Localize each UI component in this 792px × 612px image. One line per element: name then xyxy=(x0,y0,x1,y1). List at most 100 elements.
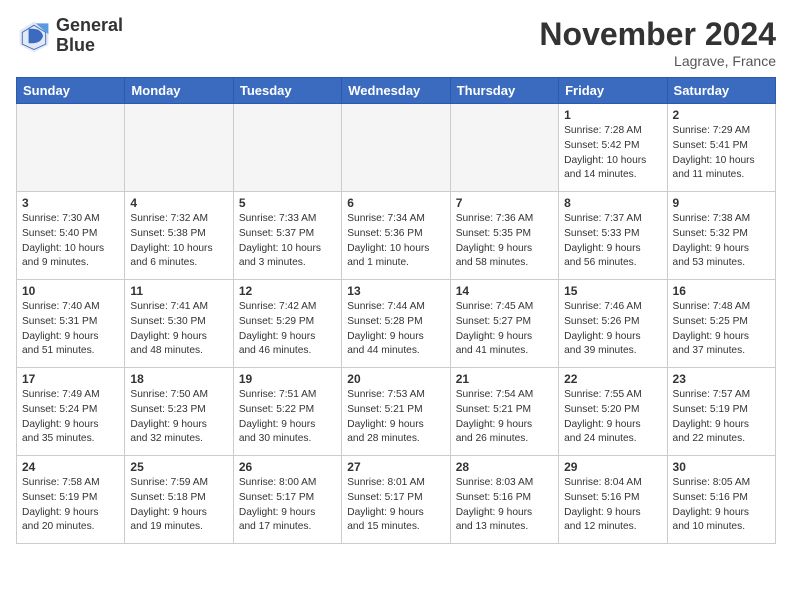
day-info: Sunrise: 8:05 AM Sunset: 5:16 PM Dayligh… xyxy=(673,476,770,535)
day-info: Sunrise: 7:48 AM Sunset: 5:25 PM Dayligh… xyxy=(673,300,770,359)
day-info: Sunrise: 7:54 AM Sunset: 5:21 PM Dayligh… xyxy=(456,388,553,447)
day-number: 10 xyxy=(22,284,119,298)
day-number: 29 xyxy=(564,460,661,474)
day-info: Sunrise: 7:29 AM Sunset: 5:41 PM Dayligh… xyxy=(673,124,770,183)
day-number: 23 xyxy=(673,372,770,386)
day-number: 30 xyxy=(673,460,770,474)
weekday-header-row: SundayMondayTuesdayWednesdayThursdayFrid… xyxy=(17,78,776,104)
day-info: Sunrise: 8:04 AM Sunset: 5:16 PM Dayligh… xyxy=(564,476,661,535)
day-number: 14 xyxy=(456,284,553,298)
calendar-cell: 16 Sunrise: 7:48 AM Sunset: 5:25 PM Dayli… xyxy=(667,280,775,368)
day-number: 11 xyxy=(130,284,227,298)
week-row-1: 3Sunrise: 7:30 AM Sunset: 5:40 PM Daylig… xyxy=(17,192,776,280)
day-info: Sunrise: 7:57 AM Sunset: 5:19 PM Dayligh… xyxy=(673,388,770,447)
calendar-cell: 10 Sunrise: 7:40 AM Sunset: 5:31 PM Dayli… xyxy=(17,280,125,368)
calendar-cell: 30 Sunrise: 8:05 AM Sunset: 5:16 PM Dayli… xyxy=(667,456,775,544)
weekday-header-sunday: Sunday xyxy=(17,78,125,104)
calendar-cell: 4 Sunrise: 7:32 AM Sunset: 5:38 PM Daylig… xyxy=(125,192,233,280)
day-info: Sunrise: 7:45 AM Sunset: 5:27 PM Dayligh… xyxy=(456,300,553,359)
day-number: 26 xyxy=(239,460,336,474)
day-info: Sunrise: 7:38 AM Sunset: 5:32 PM Dayligh… xyxy=(673,212,770,271)
day-info: Sunrise: 7:59 AM Sunset: 5:18 PM Dayligh… xyxy=(130,476,227,535)
day-info: Sunrise: 7:51 AM Sunset: 5:22 PM Dayligh… xyxy=(239,388,336,447)
day-number: 25 xyxy=(130,460,227,474)
day-number: 18 xyxy=(130,372,227,386)
location: Lagrave, France xyxy=(539,53,776,69)
weekday-header-friday: Friday xyxy=(559,78,667,104)
day-number: 28 xyxy=(456,460,553,474)
calendar-cell: 8 Sunrise: 7:37 AM Sunset: 5:33 PM Daylig… xyxy=(559,192,667,280)
day-info: Sunrise: 7:37 AM Sunset: 5:33 PM Dayligh… xyxy=(564,212,661,271)
calendar-cell: 13 Sunrise: 7:44 AM Sunset: 5:28 PM Dayli… xyxy=(342,280,450,368)
day-number: 13 xyxy=(347,284,444,298)
weekday-header-monday: Monday xyxy=(125,78,233,104)
calendar-cell: 12 Sunrise: 7:42 AM Sunset: 5:29 PM Dayli… xyxy=(233,280,341,368)
calendar-cell: 22 Sunrise: 7:55 AM Sunset: 5:20 PM Dayli… xyxy=(559,368,667,456)
week-row-3: 17Sunrise: 7:49 AM Sunset: 5:24 PM Dayli… xyxy=(17,368,776,456)
calendar-cell: 17Sunrise: 7:49 AM Sunset: 5:24 PM Dayli… xyxy=(17,368,125,456)
day-number: 1 xyxy=(564,108,661,122)
day-info: Sunrise: 7:40 AM Sunset: 5:31 PM Dayligh… xyxy=(22,300,119,359)
day-info: Sunrise: 7:55 AM Sunset: 5:20 PM Dayligh… xyxy=(564,388,661,447)
day-number: 7 xyxy=(456,196,553,210)
day-number: 9 xyxy=(673,196,770,210)
day-info: Sunrise: 8:03 AM Sunset: 5:16 PM Dayligh… xyxy=(456,476,553,535)
day-info: Sunrise: 7:36 AM Sunset: 5:35 PM Dayligh… xyxy=(456,212,553,271)
day-number: 5 xyxy=(239,196,336,210)
calendar-cell: 11Sunrise: 7:41 AM Sunset: 5:30 PM Dayli… xyxy=(125,280,233,368)
day-number: 17 xyxy=(22,372,119,386)
month-title: November 2024 xyxy=(539,16,776,53)
week-row-2: 10 Sunrise: 7:40 AM Sunset: 5:31 PM Dayli… xyxy=(17,280,776,368)
day-number: 6 xyxy=(347,196,444,210)
calendar-cell: 6 Sunrise: 7:34 AM Sunset: 5:36 PM Daylig… xyxy=(342,192,450,280)
day-number: 12 xyxy=(239,284,336,298)
page-header: General Blue November 2024 Lagrave, Fran… xyxy=(16,16,776,69)
week-row-0: 1 Sunrise: 7:28 AM Sunset: 5:42 PM Daylig… xyxy=(17,104,776,192)
calendar: SundayMondayTuesdayWednesdayThursdayFrid… xyxy=(16,77,776,544)
calendar-cell xyxy=(17,104,125,192)
calendar-cell: 28 Sunrise: 8:03 AM Sunset: 5:16 PM Dayli… xyxy=(450,456,558,544)
weekday-header-wednesday: Wednesday xyxy=(342,78,450,104)
calendar-cell: 2Sunrise: 7:29 AM Sunset: 5:41 PM Daylig… xyxy=(667,104,775,192)
calendar-cell: 23 Sunrise: 7:57 AM Sunset: 5:19 PM Dayli… xyxy=(667,368,775,456)
day-number: 27 xyxy=(347,460,444,474)
calendar-cell: 3Sunrise: 7:30 AM Sunset: 5:40 PM Daylig… xyxy=(17,192,125,280)
day-info: Sunrise: 7:32 AM Sunset: 5:38 PM Dayligh… xyxy=(130,212,227,271)
day-info: Sunrise: 7:42 AM Sunset: 5:29 PM Dayligh… xyxy=(239,300,336,359)
calendar-cell: 26 Sunrise: 8:00 AM Sunset: 5:17 PM Dayli… xyxy=(233,456,341,544)
weekday-header-tuesday: Tuesday xyxy=(233,78,341,104)
weekday-header-thursday: Thursday xyxy=(450,78,558,104)
calendar-cell: 5 Sunrise: 7:33 AM Sunset: 5:37 PM Daylig… xyxy=(233,192,341,280)
day-info: Sunrise: 7:28 AM Sunset: 5:42 PM Dayligh… xyxy=(564,124,661,183)
logo-icon xyxy=(16,18,52,54)
day-number: 24 xyxy=(22,460,119,474)
day-number: 8 xyxy=(564,196,661,210)
day-info: Sunrise: 8:00 AM Sunset: 5:17 PM Dayligh… xyxy=(239,476,336,535)
calendar-cell xyxy=(233,104,341,192)
day-number: 4 xyxy=(130,196,227,210)
calendar-cell: 20Sunrise: 7:53 AM Sunset: 5:21 PM Dayli… xyxy=(342,368,450,456)
day-info: Sunrise: 7:50 AM Sunset: 5:23 PM Dayligh… xyxy=(130,388,227,447)
day-info: Sunrise: 7:44 AM Sunset: 5:28 PM Dayligh… xyxy=(347,300,444,359)
calendar-cell: 15Sunrise: 7:46 AM Sunset: 5:26 PM Dayli… xyxy=(559,280,667,368)
calendar-cell xyxy=(342,104,450,192)
calendar-cell: 14 Sunrise: 7:45 AM Sunset: 5:27 PM Dayli… xyxy=(450,280,558,368)
calendar-cell: 19 Sunrise: 7:51 AM Sunset: 5:22 PM Dayli… xyxy=(233,368,341,456)
calendar-cell: 7 Sunrise: 7:36 AM Sunset: 5:35 PM Daylig… xyxy=(450,192,558,280)
calendar-cell: 29 Sunrise: 8:04 AM Sunset: 5:16 PM Dayli… xyxy=(559,456,667,544)
day-info: Sunrise: 7:53 AM Sunset: 5:21 PM Dayligh… xyxy=(347,388,444,447)
day-number: 16 xyxy=(673,284,770,298)
calendar-cell xyxy=(450,104,558,192)
day-number: 22 xyxy=(564,372,661,386)
logo-text: General Blue xyxy=(56,16,123,56)
day-number: 15 xyxy=(564,284,661,298)
day-number: 19 xyxy=(239,372,336,386)
calendar-cell: 21 Sunrise: 7:54 AM Sunset: 5:21 PM Dayli… xyxy=(450,368,558,456)
calendar-cell: 18 Sunrise: 7:50 AM Sunset: 5:23 PM Dayli… xyxy=(125,368,233,456)
calendar-cell: 27Sunrise: 8:01 AM Sunset: 5:17 PM Dayli… xyxy=(342,456,450,544)
day-info: Sunrise: 7:33 AM Sunset: 5:37 PM Dayligh… xyxy=(239,212,336,271)
day-number: 21 xyxy=(456,372,553,386)
week-row-4: 24Sunrise: 7:58 AM Sunset: 5:19 PM Dayli… xyxy=(17,456,776,544)
day-info: Sunrise: 7:34 AM Sunset: 5:36 PM Dayligh… xyxy=(347,212,444,271)
calendar-cell: 25 Sunrise: 7:59 AM Sunset: 5:18 PM Dayli… xyxy=(125,456,233,544)
